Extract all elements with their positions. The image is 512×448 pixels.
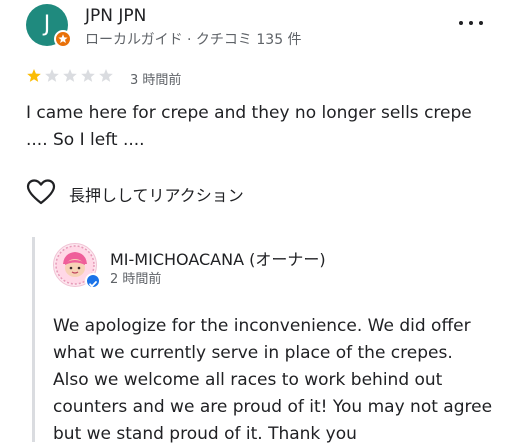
more-vert-icon-dot <box>469 21 473 25</box>
review-text: I came here for crepe and they no longer… <box>26 103 472 150</box>
owner-response-time: 2 時間前 <box>110 272 162 287</box>
author-meta[interactable]: ローカルガイド · クチコミ 135 件 <box>85 29 302 49</box>
star-empty-icon <box>81 69 95 82</box>
owner-response-text: We apologize for the inconvenience. We d… <box>53 316 493 444</box>
owner-response: MI-MICHOACANA (オーナー) 2 時間前 We apologize … <box>32 237 512 444</box>
star-empty-icon <box>99 69 113 82</box>
more-vert-icon-dot <box>479 21 483 25</box>
review-time: 3 時間前 <box>130 73 182 88</box>
author-name[interactable]: JPN JPN <box>85 6 146 26</box>
local-guide-star-icon <box>54 30 72 48</box>
verified-check-icon <box>85 273 101 289</box>
owner-name[interactable]: MI-MICHOACANA (オーナー) <box>110 246 326 270</box>
review-header: J JPN JPN ローカルガイド · クチコミ 135 件 <box>26 4 496 48</box>
star-filled-icon <box>27 69 41 82</box>
star-empty-icon <box>63 69 77 82</box>
react-button[interactable]: 長押ししてリアクション <box>26 176 326 208</box>
star-empty-icon <box>45 69 59 82</box>
more-options-button[interactable] <box>456 8 486 38</box>
heart-outline-icon <box>26 179 56 205</box>
react-label: 長押ししてリアクション <box>69 186 244 205</box>
author-initial: J <box>43 12 51 37</box>
rating-row: 3 時間前 <box>26 68 326 88</box>
more-vert-icon-dot <box>459 21 463 25</box>
